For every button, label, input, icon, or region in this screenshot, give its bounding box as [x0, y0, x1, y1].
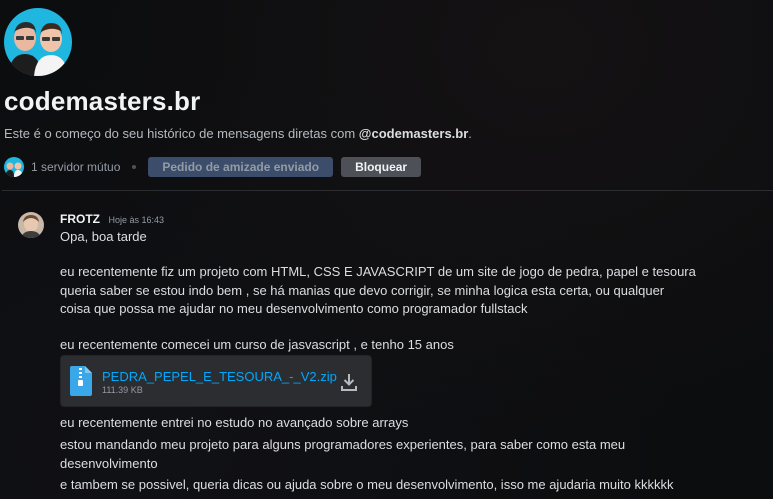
intro-text: Este é o começo do seu histórico de mens…: [4, 126, 359, 141]
message-author[interactable]: FROTZ: [60, 212, 100, 226]
message-line: desenvolvimento: [60, 456, 158, 471]
zip-file-icon: [70, 366, 92, 396]
message-timestamp: Hoje às 16:43: [108, 215, 164, 225]
message-line: eu recentemente fiz um projeto com HTML,…: [60, 264, 696, 279]
divider: [2, 190, 773, 191]
file-attachment[interactable]: PEDRA_PEPEL_E_TESOURA_-_V2.zip 111.39 KB: [60, 355, 372, 407]
attachment-filename[interactable]: PEDRA_PEPEL_E_TESOURA_-_V2.zip: [102, 369, 337, 384]
message-line: Opa, boa tarde: [60, 229, 147, 244]
download-icon[interactable]: [341, 373, 357, 391]
message-line: eu recentemente comecei um curso de jasv…: [60, 337, 454, 352]
message-header: FROTZ Hoje às 16:43: [60, 210, 164, 228]
message-line: eu recentemente entrei no estudo no avan…: [60, 415, 409, 430]
page-title: codemasters.br: [4, 86, 201, 116]
message-line: queria saber se estou indo bem , se há m…: [60, 283, 665, 298]
dm-intro-text: Este é o começo do seu histórico de mens…: [4, 126, 472, 141]
intro-end: .: [468, 126, 472, 141]
block-button[interactable]: Bloquear: [341, 157, 422, 177]
message-line: estou mandando meu projeto para alguns p…: [60, 437, 626, 452]
message-line: coisa que possa me ajudar no meu desenvo…: [60, 301, 528, 316]
separator-dot: [132, 165, 137, 169]
profile-avatar[interactable]: [4, 8, 72, 76]
profile-meta-row: 1 servidor mútuo Pedido de amizade envia…: [4, 156, 422, 178]
attachment-size: 111.39 KB: [102, 385, 143, 395]
message-line: e tambem se possivel, queria dicas ou aj…: [60, 477, 674, 492]
mutual-servers-link[interactable]: 1 servidor mútuo: [31, 160, 120, 174]
message-author-avatar[interactable]: [18, 212, 44, 238]
intro-handle: @codemasters.br: [358, 126, 469, 141]
friend-request-sent-button[interactable]: Pedido de amizade enviado: [148, 157, 334, 177]
mutual-server-icon[interactable]: [4, 157, 24, 177]
